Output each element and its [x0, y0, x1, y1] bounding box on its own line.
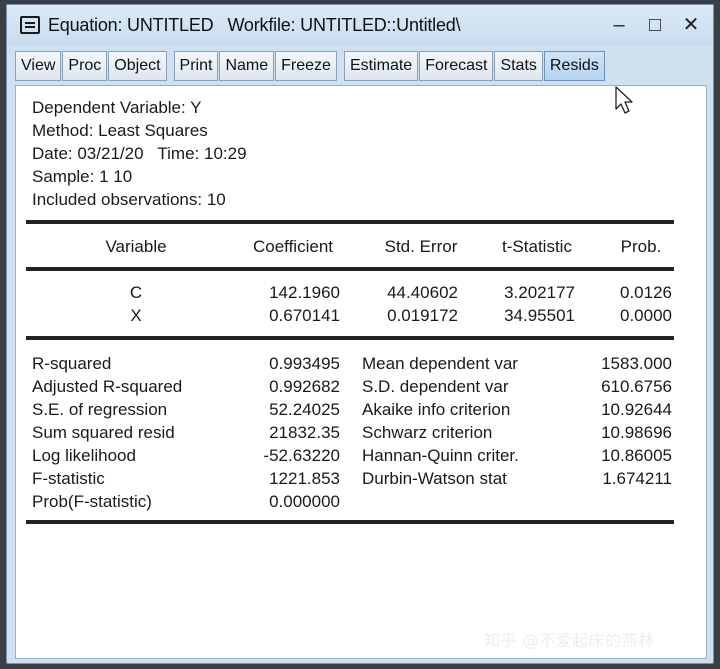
- stat-label: Log likelihood: [32, 446, 136, 465]
- table-cell-std-error: 44.40602: [387, 283, 458, 302]
- table-cell-prob: 0.0126: [620, 283, 672, 302]
- equation-title: Equation: UNTITLED: [48, 14, 214, 35]
- stat-label: S.E. of regression: [32, 400, 168, 419]
- column-header-t-statistic: t-Statistic: [502, 237, 572, 256]
- divider: [26, 267, 674, 271]
- estimate-button[interactable]: Estimate: [343, 51, 419, 81]
- stat-value: 10.86005: [601, 446, 672, 465]
- stat-value: 1.674211: [602, 469, 672, 488]
- workfile-title: Workfile: UNTITLED::Untitled\: [227, 14, 461, 35]
- title-bar[interactable]: Equation: UNTITLED Workfile: UNTITLED::Un…: [7, 5, 713, 45]
- stat-value: 21832.35: [269, 423, 340, 442]
- stats-left-values: 0.993495 0.992682 52.24025 21832.35 -52.…: [238, 352, 340, 513]
- stats-left-labels: R-squared Adjusted R-squared S.E. of reg…: [32, 352, 182, 513]
- stat-value: 52.24025: [269, 400, 340, 419]
- divider: [26, 220, 674, 224]
- watermark: 知乎 @不爱起床的燕林: [484, 631, 655, 650]
- output-pane[interactable]: Dependent Variable: Y Method: Least Squa…: [15, 85, 707, 659]
- stats-right-labels: Mean dependent var S.D. dependent var Ak…: [362, 352, 519, 490]
- date-time: Date: 03/21/20 Time: 10:29: [32, 144, 247, 163]
- stat-value: -52.63220: [263, 446, 340, 465]
- method: Method: Least Squares: [32, 121, 208, 140]
- stat-value: 610.6756: [601, 377, 672, 396]
- print-button[interactable]: Print: [173, 51, 219, 81]
- freeze-button[interactable]: Freeze: [275, 51, 337, 81]
- divider: [26, 336, 674, 340]
- resids-button[interactable]: Resids: [543, 51, 605, 81]
- table-cell-variable: X: [130, 306, 142, 325]
- stat-label: Adjusted R-squared: [32, 377, 183, 396]
- stats-right-values: 1583.000 610.6756 10.92644 10.98696 10.8…: [576, 352, 672, 490]
- stat-value: 10.98696: [601, 423, 672, 442]
- table-cell-t-statistic: 34.95501: [504, 306, 575, 325]
- stat-label: Schwarz criterion: [362, 423, 493, 442]
- table-cell-coefficient: 142.1960: [269, 283, 340, 302]
- stat-value: 10.92644: [601, 400, 672, 419]
- stat-label: S.D. dependent var: [362, 377, 509, 396]
- mouse-cursor-icon: [615, 86, 633, 114]
- proc-button[interactable]: Proc: [62, 51, 108, 81]
- forecast-button[interactable]: Forecast: [419, 51, 494, 81]
- stat-value: 0.993495: [269, 354, 340, 373]
- stat-label: Prob(F-statistic): [32, 492, 152, 511]
- column-header-prob: Prob.: [620, 237, 662, 256]
- close-icon[interactable]: ✕: [681, 13, 701, 37]
- estimation-header: Dependent Variable: Y Method: Least Squa…: [32, 96, 247, 211]
- system-menu-icon[interactable]: [20, 16, 40, 34]
- column-header-std-error: Std. Error: [384, 237, 458, 256]
- stat-label: F-statistic: [32, 469, 105, 488]
- column-header-variable: Variable: [105, 237, 167, 256]
- minimize-icon[interactable]: –: [609, 13, 629, 37]
- toolbar: View Proc Object Print Name Freeze Estim…: [15, 49, 612, 83]
- stat-label: Sum squared resid: [32, 423, 175, 442]
- column-header-coefficient: Coefficient: [252, 237, 333, 256]
- stat-value: 0.992682: [269, 377, 340, 396]
- stat-label: R-squared: [32, 354, 112, 373]
- stats-button[interactable]: Stats: [494, 51, 543, 81]
- table-cell-coefficient: 0.670141: [269, 306, 340, 325]
- dependent-variable: Dependent Variable: Y: [32, 98, 202, 117]
- object-button[interactable]: Object: [108, 51, 167, 81]
- stat-value: 1583.000: [601, 354, 672, 373]
- table-cell-variable: C: [129, 283, 143, 302]
- included-observations: Included observations: 10: [32, 190, 226, 209]
- name-button[interactable]: Name: [219, 51, 275, 81]
- stat-value: 1221.853: [269, 469, 340, 488]
- stat-label: Hannan-Quinn criter.: [362, 446, 519, 465]
- stat-label: Akaike info criterion: [362, 400, 511, 419]
- stat-value: 0.000000: [269, 492, 340, 511]
- sample: Sample: 1 10: [32, 167, 133, 186]
- maximize-icon[interactable]: □: [645, 13, 665, 37]
- view-button[interactable]: View: [15, 51, 62, 81]
- stat-label: Mean dependent var: [362, 354, 518, 373]
- divider: [26, 520, 674, 524]
- table-cell-t-statistic: 3.202177: [504, 283, 575, 302]
- table-cell-std-error: 0.019172: [387, 306, 458, 325]
- table-cell-prob: 0.0000: [620, 306, 672, 325]
- window-title: Equation: UNTITLED Workfile: UNTITLED::Un…: [48, 14, 461, 36]
- equation-window: Equation: UNTITLED Workfile: UNTITLED::Un…: [6, 4, 714, 664]
- stat-label: Durbin-Watson stat: [362, 469, 507, 488]
